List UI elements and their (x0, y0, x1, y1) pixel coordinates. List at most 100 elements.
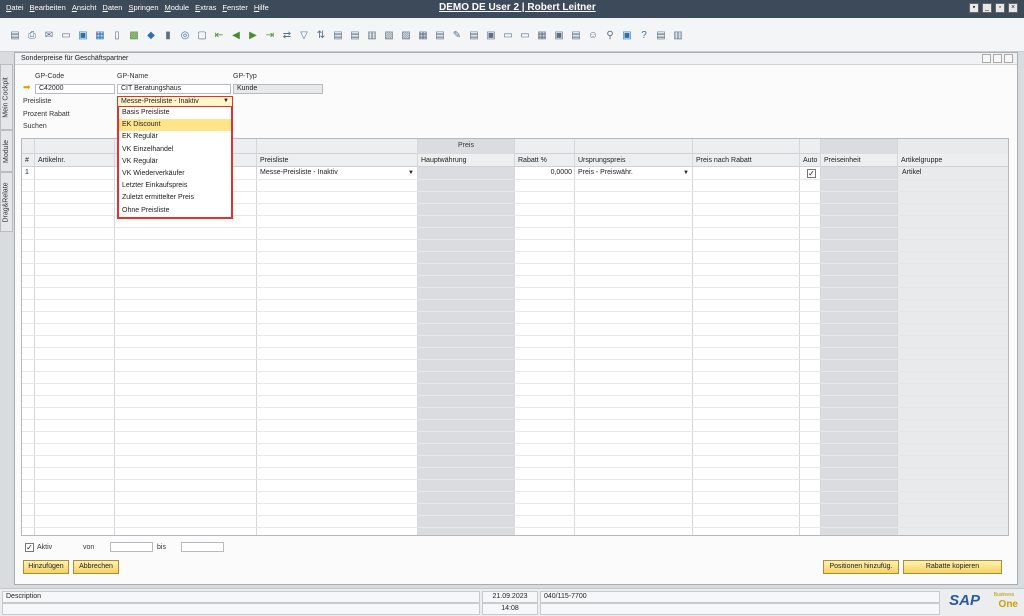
row1-rabatt[interactable]: 0,0000 (515, 168, 572, 178)
lock-icon[interactable]: ▮ (161, 28, 175, 42)
copy-discounts-button[interactable]: Rabatte kopieren (903, 560, 1002, 574)
header-hauptwaehrung[interactable]: Hauptwährung (418, 154, 515, 167)
gp-code-field[interactable]: C42000 (35, 84, 115, 94)
header-preiseinheit[interactable]: Preiseinheit (821, 154, 898, 167)
window-maximize-icon[interactable] (993, 54, 1002, 63)
sort-icon[interactable]: ⇅ (314, 28, 328, 42)
row1-auto-checkbox[interactable]: ✓ (807, 169, 816, 178)
restore-icon[interactable]: ▫ (995, 3, 1005, 13)
help-icon[interactable]: ? (637, 28, 651, 42)
menu-extras[interactable]: Extras (195, 3, 216, 12)
header-rabatt[interactable]: Rabatt % (515, 154, 575, 167)
gp-name-field[interactable]: CIT Beratungshaus (117, 84, 231, 94)
tab-drag-relate[interactable]: Drag&Relate (0, 172, 13, 232)
menu-bearbeiten[interactable]: Bearbeiten (30, 3, 66, 12)
chevron-down-icon[interactable]: ▼ (408, 168, 414, 178)
tab-mein-cockpit[interactable]: Mein Cockpit (0, 64, 13, 130)
email-icon[interactable]: ✉ (42, 28, 56, 42)
menu-ansicht[interactable]: Ansicht (72, 3, 97, 12)
refresh-icon[interactable]: ⇄ (280, 28, 294, 42)
sms-icon[interactable]: ▭ (59, 28, 73, 42)
grid-row-line (22, 383, 1008, 384)
menu-hilfe[interactable]: Hilfe (254, 3, 269, 12)
first-record-icon[interactable]: ⇤ (212, 28, 226, 42)
target-document-icon[interactable]: ▤ (348, 28, 362, 42)
link-arrow-icon[interactable]: ➡ (23, 82, 31, 93)
layout-designer-icon[interactable]: ▤ (433, 28, 447, 42)
header-num[interactable]: # (22, 154, 35, 167)
launch-icon[interactable]: ◆ (144, 28, 158, 42)
preisliste-dropdown[interactable]: Messe-Preisliste - Inaktiv ▼ (117, 96, 233, 107)
last-record-icon[interactable]: ⇥ (263, 28, 277, 42)
base-document-icon[interactable]: ▤ (331, 28, 345, 42)
dropdown-option[interactable]: Letzter Einkaufspreis (119, 180, 231, 192)
dropdown-option-highlighted[interactable]: EK Discount (119, 119, 231, 132)
next-record-icon[interactable]: ▶ (246, 28, 260, 42)
tab-module[interactable]: Module (0, 130, 13, 172)
alert-icon[interactable]: ▣ (552, 28, 566, 42)
header-artikelgruppe[interactable]: Artikelgruppe (898, 154, 1008, 167)
journal-icon[interactable]: ▥ (365, 28, 379, 42)
menu-daten[interactable]: Daten (102, 3, 122, 12)
chevron-down-icon[interactable]: ▼ (223, 97, 229, 106)
row1-preisliste[interactable]: Messe-Preisliste - Inaktiv ▼ (260, 168, 418, 178)
minimize-icon[interactable]: _ (982, 3, 992, 13)
grid-row-line (22, 371, 1008, 372)
word-icon[interactable]: ▯ (110, 28, 124, 42)
menu-module[interactable]: Module (165, 3, 190, 12)
header-preis-nach-rabatt[interactable]: Preis nach Rabatt (693, 154, 800, 167)
excel-icon[interactable]: ▩ (127, 28, 141, 42)
row1-ursprungspreis[interactable]: Preis - Preiswähr. ▼ (578, 168, 693, 178)
add-icon[interactable]: ▢ (195, 28, 209, 42)
header-auto[interactable]: Auto (800, 154, 821, 167)
dropdown-option[interactable]: VK Wiederverkäufer (119, 168, 231, 180)
window-minimize-icon[interactable] (982, 54, 991, 63)
preview-icon[interactable]: ▤ (8, 28, 22, 42)
payment-icon[interactable]: ▧ (382, 28, 396, 42)
volume-icon[interactable]: ▦ (416, 28, 430, 42)
message-icon[interactable]: ▭ (501, 28, 515, 42)
add-positions-button[interactable]: Positionen hinzufüg. (823, 560, 899, 574)
menu-springen[interactable]: Springen (128, 3, 158, 12)
network-icon[interactable]: ⚲ (603, 28, 617, 42)
dropdown-option[interactable]: VK Regulär (119, 156, 231, 168)
report-icon[interactable]: ▤ (569, 28, 583, 42)
edit-icon[interactable]: ✎ (450, 28, 464, 42)
print-icon[interactable]: ⎙ (25, 28, 39, 42)
window-close-icon[interactable] (1004, 54, 1013, 63)
new-document-icon[interactable]: ▣ (484, 28, 498, 42)
dropdown-option[interactable]: EK Regulär (119, 131, 231, 143)
von-field[interactable] (110, 542, 153, 552)
header-preisliste[interactable]: Preisliste (257, 154, 418, 167)
header-ursprungspreis[interactable]: Ursprungspreis (575, 154, 693, 167)
grid-row-line (22, 455, 1008, 456)
user-icon[interactable]: ☺ (586, 28, 600, 42)
dropdown-option[interactable]: Basis Preisliste (119, 107, 231, 119)
dropdown-option[interactable]: Zuletzt ermittelter Preis (119, 192, 231, 204)
calendar-icon[interactable]: ▦ (535, 28, 549, 42)
dropdown-option[interactable]: Ohne Preisliste (119, 205, 231, 217)
header-artikelnr[interactable]: Artikelnr. (35, 154, 115, 167)
notes-icon[interactable]: ▤ (654, 28, 668, 42)
dropdown-option[interactable]: VK Einzelhandel (119, 144, 231, 156)
cancel-button[interactable]: Abbrechen (73, 560, 119, 574)
add-button[interactable]: Hinzufügen (23, 560, 69, 574)
gross-profit-icon[interactable]: ▨ (399, 28, 413, 42)
todo-icon[interactable]: ▥ (671, 28, 685, 42)
filter-icon[interactable]: ▽ (297, 28, 311, 42)
fax-icon[interactable]: ▣ (76, 28, 90, 42)
app-menu-icon[interactable]: ▪ (969, 3, 979, 13)
chevron-down-icon[interactable]: ▼ (683, 168, 689, 178)
export-icon[interactable]: ▦ (93, 28, 107, 42)
menu-datei[interactable]: Datei (6, 3, 24, 12)
document-settings-icon[interactable]: ▤ (467, 28, 481, 42)
bis-field[interactable] (181, 542, 224, 552)
grid-row-line (22, 275, 1008, 276)
previous-record-icon[interactable]: ◀ (229, 28, 243, 42)
form-settings-icon[interactable]: ▣ (620, 28, 634, 42)
aktiv-checkbox[interactable]: ✓ (25, 543, 34, 552)
find-icon[interactable]: ◎ (178, 28, 192, 42)
chat-icon[interactable]: ▭ (518, 28, 532, 42)
menu-fenster[interactable]: Fenster (222, 3, 247, 12)
close-icon[interactable]: × (1008, 3, 1018, 13)
